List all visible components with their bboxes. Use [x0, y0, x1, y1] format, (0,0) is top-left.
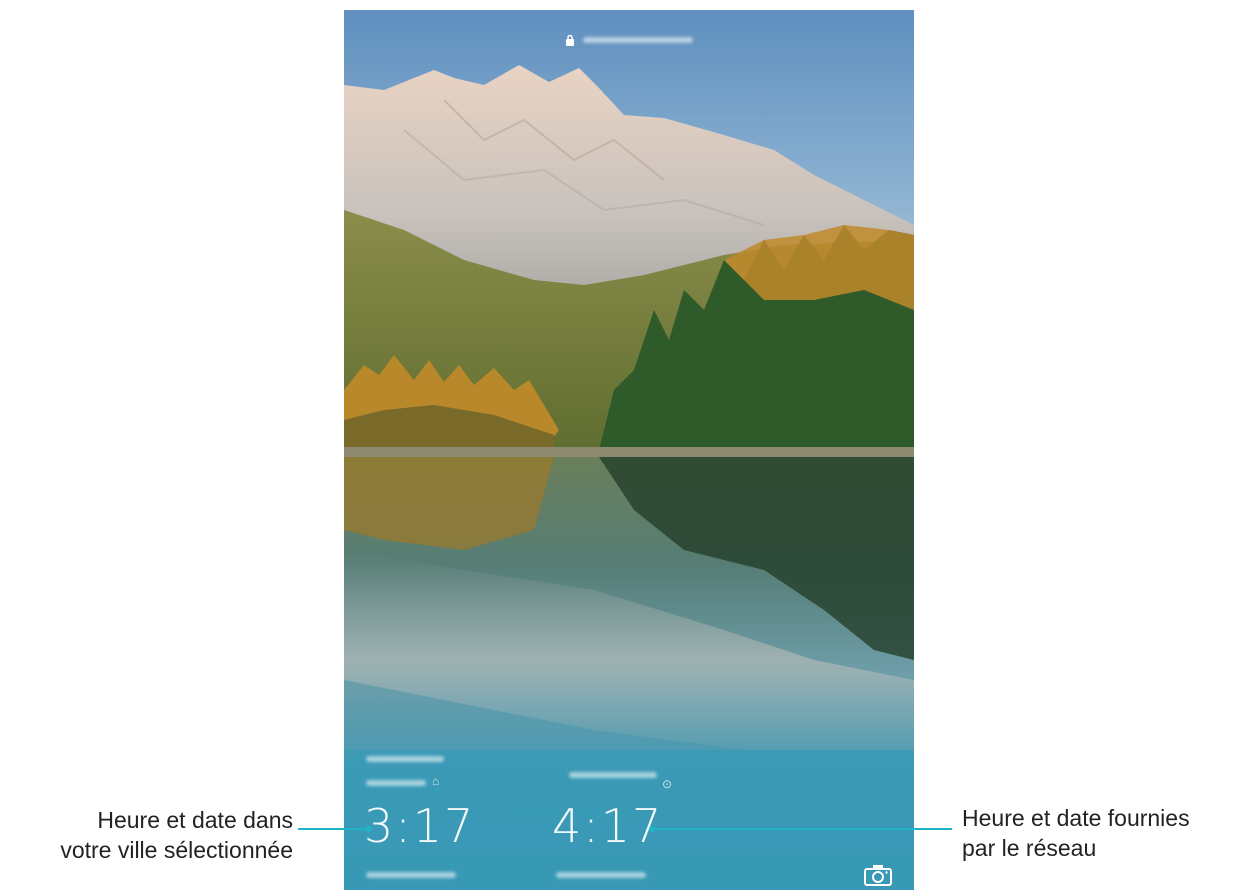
leader-dot-left — [366, 826, 372, 832]
leader-line-left — [298, 828, 370, 830]
figure: ⌂ ⊙ 3:17 4:17 Heure et date dans votre v… — [0, 0, 1239, 890]
home-date — [366, 872, 456, 878]
home-clock: 3:17 — [364, 799, 476, 853]
network-city-label — [569, 772, 657, 778]
leader-line-right — [652, 828, 952, 830]
home-city-label — [366, 756, 444, 762]
callout-network-line1: Heure et date fournies — [962, 805, 1190, 831]
lock-icon — [566, 34, 574, 46]
callout-home-time: Heure et date dans votre ville sélection… — [8, 805, 293, 865]
callout-home-line1: Heure et date dans — [97, 807, 293, 833]
callout-network-time: Heure et date fournies par le réseau — [962, 803, 1237, 863]
leader-dot-right — [649, 826, 655, 832]
camera-icon[interactable] — [864, 864, 892, 886]
carrier-name — [583, 37, 693, 43]
phone-lock-screen: ⌂ ⊙ 3:17 4:17 — [344, 10, 914, 890]
status-bar — [344, 32, 914, 48]
network-date — [556, 872, 646, 878]
home-icon: ⌂ — [432, 774, 440, 788]
network-clock: 4:17 — [552, 799, 664, 853]
callout-network-line2: par le réseau — [962, 835, 1097, 861]
callout-home-line2: votre ville sélectionnée — [60, 837, 293, 863]
home-city-sub — [366, 780, 426, 786]
location-pin-icon: ⊙ — [662, 777, 673, 791]
